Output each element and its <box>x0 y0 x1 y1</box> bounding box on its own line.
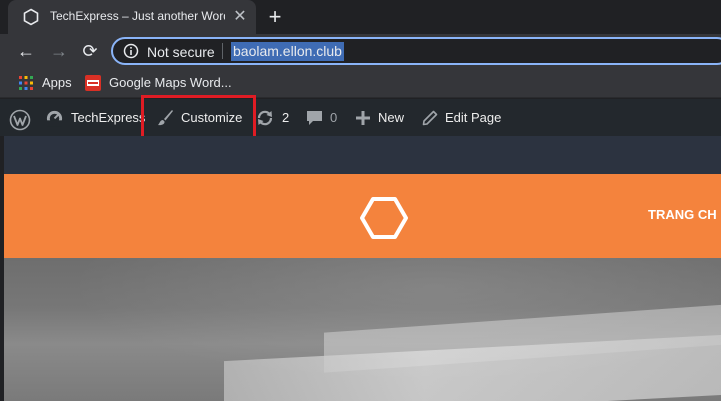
site-logo-hexagon-icon[interactable] <box>358 196 410 240</box>
maps-favicon-icon <box>85 75 101 91</box>
browser-toolbar: ← → ⟳ Not secure baolam.ellon.club <box>0 34 721 68</box>
new-content-menu[interactable]: New <box>356 99 410 136</box>
site-page: TRANG CH <box>4 136 721 401</box>
address-bar[interactable]: Not secure baolam.ellon.club <box>111 37 721 65</box>
updates-count: 2 <box>282 110 290 125</box>
updates-refresh-icon <box>257 110 273 126</box>
hero-overlay <box>4 258 721 401</box>
bookmarks-bar: Apps Google Maps Word... <box>0 68 721 98</box>
close-icon[interactable]: ✕ <box>232 9 248 25</box>
hexagon-icon <box>23 8 39 26</box>
nav-menu-home[interactable]: TRANG CH <box>648 207 717 222</box>
bookmark-label: Apps <box>42 75 72 90</box>
url-text[interactable]: baolam.ellon.club <box>231 42 344 61</box>
site-name-label: TechExpress <box>71 110 146 125</box>
tab-strip: TechExpress – Just another Word ✕ + <box>0 0 721 34</box>
edit-page-menu[interactable]: Edit Page <box>422 99 502 136</box>
bookmark-apps[interactable]: Apps <box>18 74 78 92</box>
new-tab-button[interactable]: + <box>264 6 286 28</box>
wordpress-menu[interactable] <box>9 99 35 136</box>
pencil-icon <box>422 110 438 126</box>
comments-count: 0 <box>330 110 338 125</box>
forward-button[interactable]: → <box>49 41 69 61</box>
bookmark-label: Google Maps Word... <box>109 75 232 90</box>
apps-grid-icon <box>19 76 33 90</box>
back-button[interactable]: ← <box>16 41 36 61</box>
comment-bubble-icon <box>307 111 322 125</box>
tab-title: TechExpress – Just another Word <box>50 9 225 23</box>
bookmark-google-maps[interactable]: Google Maps Word... <box>85 74 235 92</box>
edit-page-label: Edit Page <box>445 110 502 125</box>
browser-tab[interactable]: TechExpress – Just another Word ✕ <box>8 0 256 34</box>
site-top-band <box>4 136 721 174</box>
updates-menu[interactable]: 2 <box>256 99 296 136</box>
wp-admin-bar: TechExpress Customize 2 0 New Edit Page <box>0 99 721 136</box>
security-status[interactable]: Not secure <box>147 44 215 60</box>
site-name-menu[interactable]: TechExpress <box>45 99 146 136</box>
dashboard-gauge-icon <box>46 110 63 127</box>
hero-image <box>4 258 721 401</box>
new-label: New <box>378 110 405 125</box>
comments-menu[interactable]: 0 <box>306 99 342 136</box>
reload-button[interactable]: ⟳ <box>80 41 100 61</box>
omnibox-divider <box>222 43 223 59</box>
info-icon[interactable] <box>123 43 139 59</box>
wordpress-logo-icon <box>9 109 31 131</box>
plus-icon <box>356 111 370 125</box>
